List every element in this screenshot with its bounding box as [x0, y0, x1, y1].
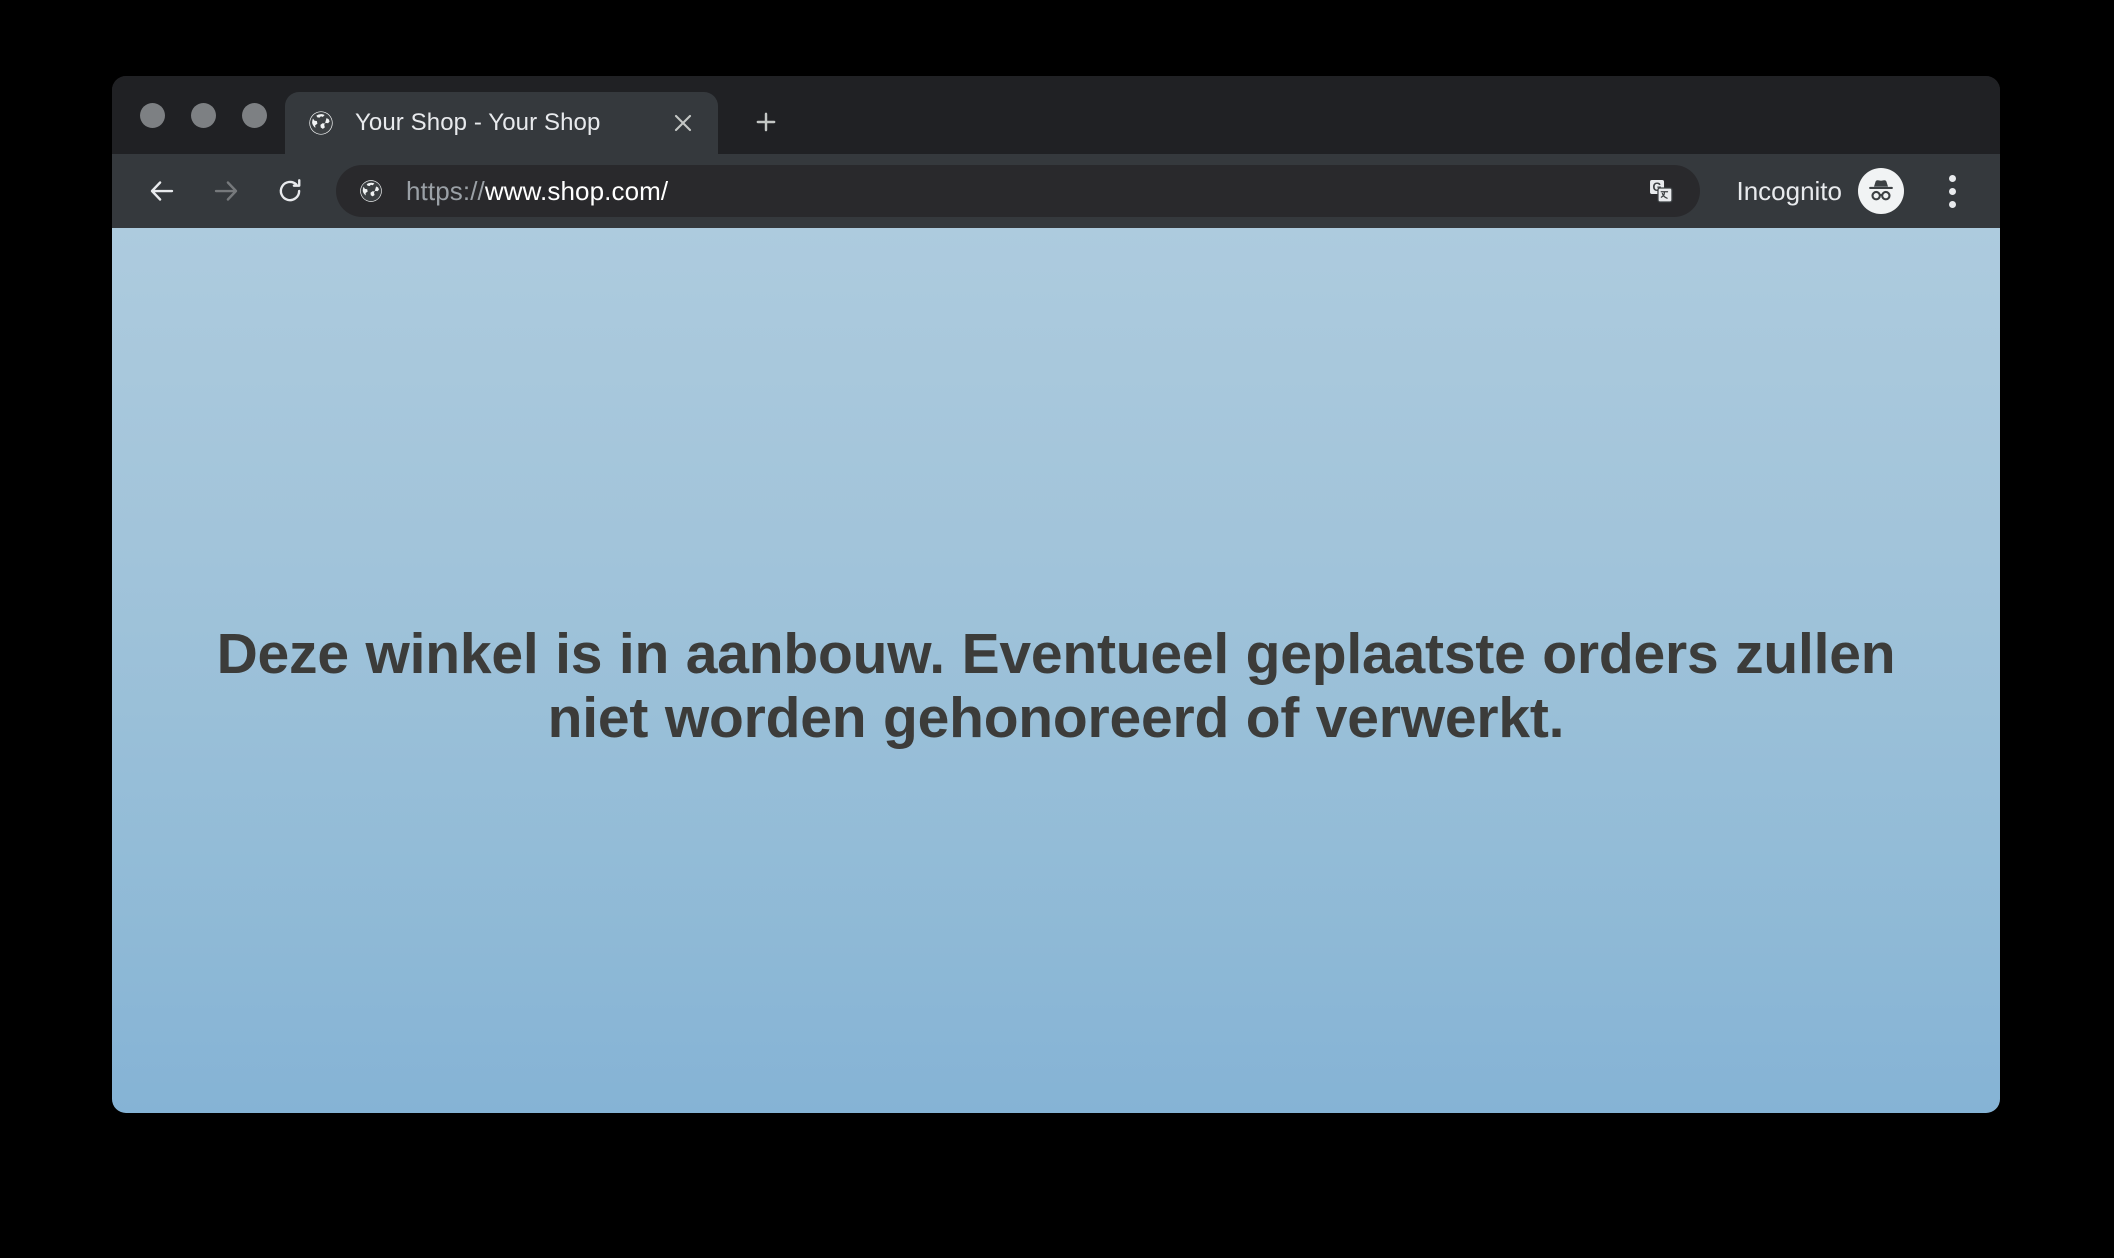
browser-toolbar: https://www.shop.com/ G Incognito — [112, 154, 2000, 228]
menu-dot — [1948, 200, 1956, 208]
forward-arrow-icon — [198, 163, 254, 219]
menu-dot — [1948, 187, 1956, 195]
new-tab-button[interactable] — [740, 96, 792, 148]
address-bar-url[interactable]: https://www.shop.com/ — [406, 176, 1638, 207]
profile-chip[interactable]: Incognito — [1730, 163, 1910, 219]
browser-tab-your-shop[interactable]: Your Shop - Your Shop — [285, 92, 718, 154]
globe-icon — [358, 178, 384, 204]
menu-dot — [1948, 174, 1956, 182]
tab-strip: Your Shop - Your Shop — [112, 76, 2000, 154]
reload-icon[interactable] — [262, 163, 318, 219]
profile-label: Incognito — [1736, 175, 1842, 206]
store-under-construction-notice: Deze winkel is in aanbouw. Eventueel gep… — [216, 622, 1896, 750]
minimize-window-button[interactable] — [191, 102, 216, 128]
url-host: www.shop.com/ — [484, 175, 669, 206]
three-dot-menu-icon[interactable] — [1926, 165, 1978, 217]
close-window-button[interactable] — [140, 102, 165, 128]
maximize-window-button[interactable] — [242, 102, 267, 128]
tab-title: Your Shop - Your Shop — [355, 109, 601, 136]
translate-icon[interactable]: G — [1638, 168, 1684, 214]
browser-window: Your Shop - Your Shop https://www.shop.c… — [112, 76, 2000, 1113]
globe-icon — [307, 109, 335, 137]
address-bar[interactable]: https://www.shop.com/ G — [336, 165, 1701, 217]
close-icon[interactable] — [666, 106, 700, 140]
back-arrow-icon[interactable] — [134, 163, 190, 219]
window-traffic-lights — [128, 76, 285, 154]
incognito-avatar-icon[interactable] — [1858, 168, 1904, 214]
store-notice-container: Deze winkel is in aanbouw. Eventueel gep… — [166, 622, 1946, 751]
page-viewport: Deze winkel is in aanbouw. Eventueel gep… — [112, 228, 2000, 1113]
url-scheme: https:// — [406, 175, 485, 206]
